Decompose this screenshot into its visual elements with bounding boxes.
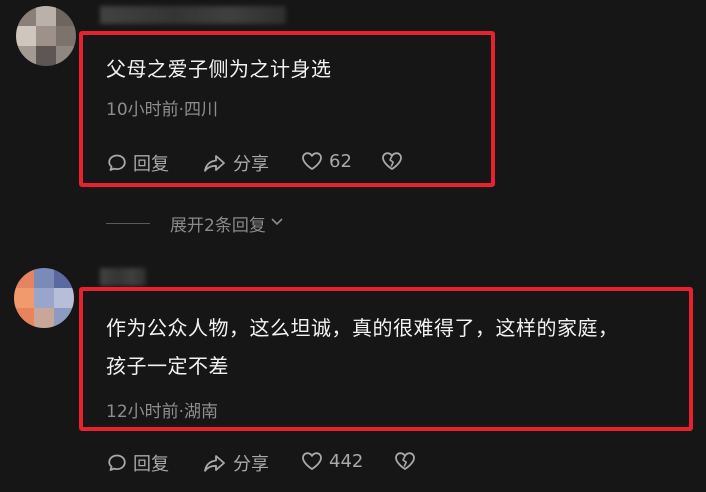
username[interactable]: [100, 268, 146, 286]
dislike-button[interactable]: [380, 150, 404, 172]
share-label: 分享: [233, 454, 269, 475]
comment-text: 作为公众人物，这么坦诚，真的很难得了，这样的家庭， 孩子一定不差: [106, 312, 619, 382]
speech-bubble-icon: [106, 152, 128, 174]
comment-meta: 10小时前·四川: [106, 100, 219, 120]
like-button[interactable]: 442: [300, 450, 363, 472]
comment-line: 父母之爱子侧为之计身选: [106, 57, 332, 81]
share-arrow-icon: [202, 152, 228, 174]
reply-label: 回复: [133, 454, 169, 475]
speech-bubble-icon: [106, 452, 128, 474]
reply-label: 回复: [133, 154, 169, 175]
comment-text: 父母之爱子侧为之计身选: [106, 53, 332, 85]
like-count: 442: [329, 450, 364, 472]
heart-icon: [300, 150, 324, 172]
broken-heart-icon: [380, 150, 404, 172]
avatar[interactable]: [16, 6, 76, 66]
comment-line: 作为公众人物，这么坦诚，真的很难得了，这样的家庭，: [106, 316, 619, 340]
like-button[interactable]: 62: [300, 150, 352, 172]
avatar[interactable]: [14, 268, 74, 328]
share-label: 分享: [233, 154, 269, 175]
broken-heart-icon: [393, 450, 417, 472]
reply-button[interactable]: 回复: [106, 450, 169, 476]
expand-replies-label: 展开2条回复: [170, 216, 266, 236]
reply-button[interactable]: 回复: [106, 150, 169, 176]
expand-replies[interactable]: 展开2条回复: [106, 211, 285, 236]
comment-line: 孩子一定不差: [106, 354, 229, 378]
like-count: 62: [329, 150, 352, 172]
share-button[interactable]: 分享: [202, 450, 269, 476]
comment-meta: 12小时前·湖南: [106, 402, 219, 422]
share-button[interactable]: 分享: [202, 150, 269, 176]
username[interactable]: [100, 6, 286, 24]
chevron-down-icon: [269, 213, 285, 234]
divider: [106, 223, 150, 224]
share-arrow-icon: [202, 452, 228, 474]
heart-icon: [300, 450, 324, 472]
dislike-button[interactable]: [393, 450, 417, 472]
